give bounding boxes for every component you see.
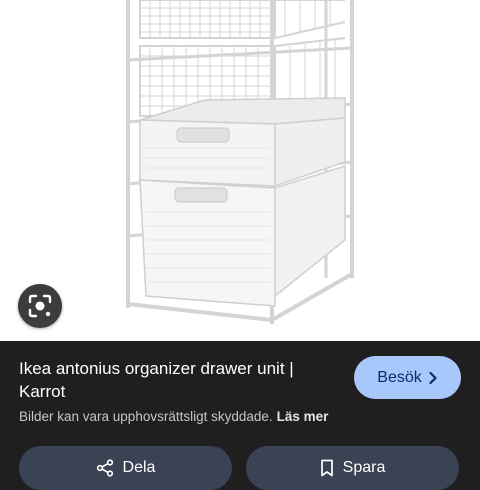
save-button-label: Spara (342, 459, 386, 476)
share-icon (96, 459, 114, 477)
bookmark-icon (320, 459, 334, 477)
save-button[interactable]: Spara (246, 446, 459, 490)
lens-search-icon (27, 293, 53, 319)
result-title[interactable]: Ikea antonius organizer drawer unit | Ka… (19, 357, 344, 403)
share-button[interactable]: Dela (19, 446, 232, 490)
copyright-notice: Bilder kan vara upphovsrättsligt skyddad… (19, 409, 328, 424)
lens-search-button[interactable] (18, 284, 62, 328)
drawer-unit-image (126, 0, 354, 324)
share-button-label: Dela (122, 459, 156, 476)
chevron-right-icon (428, 371, 438, 385)
visit-button[interactable]: Besök (354, 356, 461, 399)
learn-more-link[interactable]: Läs mer (277, 409, 329, 424)
copyright-text: Bilder kan vara upphovsrättsligt skyddad… (19, 409, 273, 424)
visit-button-label: Besök (377, 368, 422, 386)
result-image[interactable] (0, 0, 480, 341)
